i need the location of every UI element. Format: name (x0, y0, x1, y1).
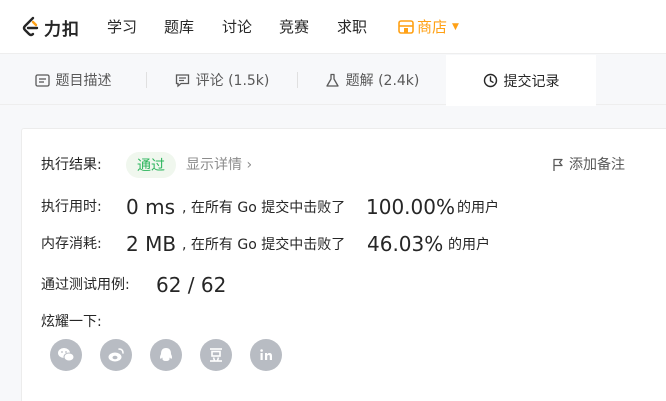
tab-solutions-label: 题解 (2.4k) (345, 73, 420, 89)
memory-value: 2 MB (126, 232, 177, 256)
leetcode-logo-icon (22, 16, 39, 37)
clock-icon (483, 73, 497, 88)
status-badge: 通过 (126, 152, 176, 178)
nav-item-jobs[interactable]: 求职 (337, 17, 367, 37)
share-linkedin-button[interactable] (250, 339, 282, 371)
description-icon (34, 73, 50, 87)
tab-comments[interactable]: 评论 (1.5k) (147, 55, 297, 105)
douban-icon (210, 348, 222, 362)
flag-icon (553, 158, 563, 171)
memory-users-text: 的用户 (448, 237, 490, 253)
memory-percent: 46.03% (367, 232, 444, 256)
runtime-label: 执行用时: (41, 199, 102, 215)
show-details-link[interactable]: 显示详情 › (186, 155, 252, 175)
share-label: 炫耀一下: (41, 314, 102, 330)
qq-icon (160, 348, 172, 361)
tab-comments-label: 评论 (1.5k) (195, 73, 270, 89)
memory-beat-text: , 在所有 Go 提交中击败了 (182, 237, 346, 253)
tab-submissions-label: 提交记录 (503, 73, 560, 90)
nav-item-problems[interactable]: 题库 (164, 17, 194, 37)
share-qq-button[interactable] (150, 339, 182, 371)
memory-label: 内存消耗: (41, 236, 102, 252)
nav-item-discuss[interactable]: 讨论 (222, 17, 252, 37)
flask-icon (325, 73, 339, 87)
store-icon (398, 20, 414, 34)
tests-value: 62 / 62 (156, 273, 227, 297)
nav-item-learn[interactable]: 学习 (107, 17, 137, 37)
problem-tabs: 题目描述 评论 (1.5k) 题解 (2.4k) 提交记录 (0, 55, 666, 106)
share-weibo-button[interactable] (100, 339, 132, 371)
runtime-beat-text: , 在所有 Go 提交中击败了 (182, 200, 346, 216)
result-label: 执行结果: (41, 157, 102, 173)
runtime-value: 0 ms (126, 195, 175, 219)
store-label: 商店 (417, 18, 448, 36)
top-navigation: 力扣 学习 题库 讨论 竞赛 求职 商店 ▼ (0, 0, 666, 54)
nav-item-store[interactable]: 商店 ▼ (398, 17, 459, 37)
tab-description[interactable]: 题目描述 (0, 55, 146, 105)
tab-description-label: 题目描述 (55, 73, 112, 89)
leetcode-logo[interactable]: 力扣 (20, 14, 80, 40)
chevron-down-icon: ▼ (452, 22, 459, 32)
share-wechat-button[interactable] (50, 339, 82, 371)
add-note-label: 添加备注 (569, 157, 625, 173)
runtime-percent: 100.00% (366, 195, 455, 219)
logo-text: 力扣 (44, 19, 80, 40)
add-note-button[interactable]: 添加备注 (552, 155, 625, 175)
tab-submissions[interactable]: 提交记录 (446, 55, 596, 106)
nav-item-contest[interactable]: 竞赛 (279, 17, 309, 37)
tab-solutions[interactable]: 题解 (2.4k) (298, 55, 446, 105)
linkedin-icon (260, 349, 272, 360)
share-douban-button[interactable] (200, 339, 232, 371)
weibo-icon (108, 348, 124, 362)
wechat-icon (58, 348, 75, 362)
runtime-users-text: 的用户 (457, 200, 499, 216)
comment-icon (175, 73, 189, 87)
tests-label: 通过测试用例: (41, 277, 130, 293)
